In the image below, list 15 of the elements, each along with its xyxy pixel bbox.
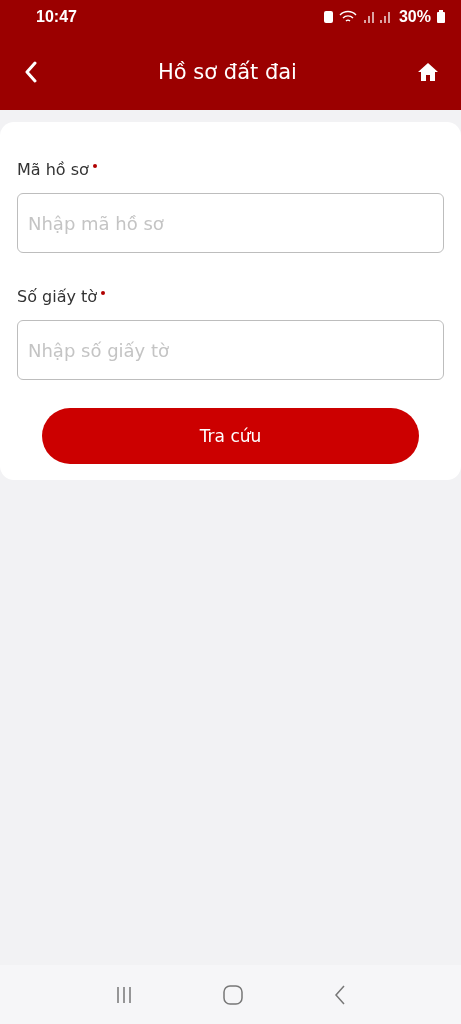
field-label: Số giấy tờ (17, 287, 98, 306)
search-button[interactable]: Tra cứu (42, 408, 419, 464)
page-title: Hồ sơ đất đai (157, 59, 298, 84)
back-icon[interactable] (333, 984, 346, 1005)
input-field[interactable]: Nhập số giấy tờ (17, 320, 444, 380)
home-icon[interactable] (223, 984, 244, 1005)
wifi-icon (338, 10, 357, 23)
field-label: Mã hồ sơ (17, 160, 89, 179)
battery-icon (437, 10, 445, 23)
signal-icon (362, 10, 393, 23)
recent-apps-icon[interactable] (115, 985, 134, 1004)
input-field[interactable]: Nhập mã hồ sơ (17, 193, 444, 253)
status-time: 10:47 (36, 7, 78, 26)
battery-saver-icon (323, 10, 333, 23)
battery-percent: 30% (398, 7, 431, 26)
